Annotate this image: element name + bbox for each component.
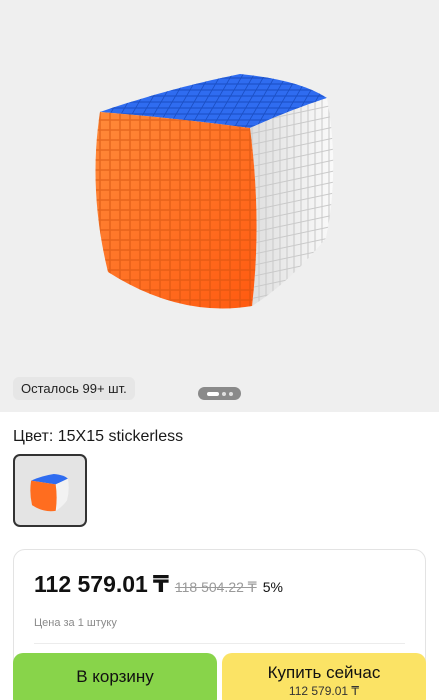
price-amount: 112 579.01: [34, 571, 148, 597]
discount-badge: 5%: [262, 579, 283, 595]
carousel-dot[interactable]: [221, 391, 226, 396]
add-to-cart-button[interactable]: В корзину: [13, 653, 217, 700]
buy-now-label: Купить сейчас: [267, 663, 381, 682]
carousel-dot[interactable]: [228, 391, 233, 396]
buy-now-button[interactable]: Купить сейчас 112 579.01 ₸: [222, 653, 426, 700]
variant-option-selected[interactable]: [13, 454, 87, 527]
carousel-dot-active[interactable]: [206, 391, 219, 396]
old-price: 118 504.22 ₸: [174, 579, 257, 595]
buy-now-price: 112 579.01 ₸: [288, 684, 360, 698]
add-to-cart-label: В корзину: [76, 667, 154, 686]
cube-thumbnail-icon: [30, 473, 69, 512]
carousel-dots-icon[interactable]: [198, 387, 241, 400]
product-image[interactable]: [0, 0, 439, 412]
variant-label: Цвет: 15X15 stickerless: [13, 428, 184, 445]
price-row: 112 579.01 ₸ 118 504.22 ₸ 5%: [34, 571, 283, 598]
current-price: 112 579.01 ₸: [34, 571, 169, 598]
price-currency: ₸: [152, 571, 169, 597]
stock-badge: Осталось 99+ шт.: [13, 377, 135, 400]
per-unit-note: Цена за 1 штуку: [34, 617, 117, 629]
product-gallery[interactable]: Осталось 99+ шт.: [0, 0, 439, 412]
divider: [34, 643, 405, 644]
